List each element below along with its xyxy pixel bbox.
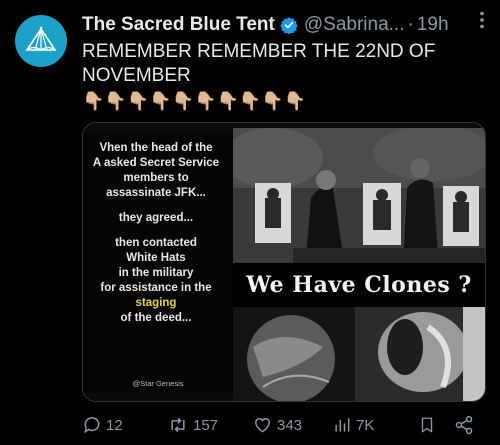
tweet-actions: 12 157 343 7K [82, 412, 492, 438]
more-options-icon[interactable] [472, 10, 492, 30]
tweet-header: The Sacred Blue Tent @Sabrina... · 19h [82, 12, 492, 38]
tweet-text: REMEMBER REMEMBER THE 22ND OF NOVEMBER [82, 41, 436, 86]
media-credit: @Star Genesis [132, 379, 184, 388]
share-icon [455, 415, 473, 435]
tweet-emojis: 👇🏼👇🏼👇🏼👇🏼👇🏼👇🏼👇🏼👇🏼👇🏼👇🏼 [82, 91, 307, 111]
banner-text: We Have Clones ? [246, 272, 472, 298]
caption-line: Vhen the head of the [99, 142, 213, 154]
like-count: 343 [277, 416, 303, 434]
views-count: 7K [356, 416, 375, 434]
caption-line: assassinate JFK... [106, 187, 206, 199]
caption-line: they agreed... [118, 212, 194, 224]
reply-button[interactable]: 12 [82, 415, 123, 435]
caption-line: White Hats [126, 252, 186, 264]
retweet-button[interactable]: 157 [167, 415, 218, 435]
views-button[interactable]: 7K [332, 415, 374, 435]
media-caption: Vhen the head of the A asked Secret Serv… [83, 141, 229, 326]
motorcade-photo [233, 128, 485, 278]
tweet-media-image[interactable]: Vhen the head of the A asked Secret Serv… [82, 122, 486, 402]
views-chart-icon [335, 418, 350, 432]
author-name[interactable]: The Sacred Blue Tent [82, 14, 275, 36]
caption-line: in the military [118, 267, 194, 279]
caption-line: members to [123, 172, 189, 184]
caption-line: then contacted [115, 237, 197, 249]
retweet-count: 157 [193, 416, 219, 434]
caption-highlight: staging [135, 297, 177, 309]
media-caption-panel: Vhen the head of the A asked Secret Serv… [83, 133, 233, 393]
caption-line: of the deed... [120, 312, 192, 324]
bookmark-button[interactable] [418, 415, 440, 435]
timestamp[interactable]: 19h [417, 14, 449, 36]
share-button[interactable] [454, 415, 478, 435]
separator-dot: · [407, 14, 414, 35]
reply-icon [84, 417, 100, 434]
heart-icon [255, 418, 270, 433]
reply-count: 12 [106, 416, 123, 434]
author-handle[interactable]: @Sabrina... [304, 14, 405, 36]
collage-photo [233, 307, 485, 401]
like-button[interactable]: 343 [252, 415, 302, 435]
verified-badge-icon [280, 16, 298, 34]
caption-line: for assistance in the [100, 282, 212, 294]
bookmark-icon [421, 417, 433, 433]
media-banner: We Have Clones ? [233, 263, 485, 307]
tent-logo-icon [25, 26, 57, 51]
caption-line: A asked Secret Service [92, 157, 220, 169]
retweet-icon [171, 417, 185, 433]
avatar[interactable] [15, 15, 67, 67]
